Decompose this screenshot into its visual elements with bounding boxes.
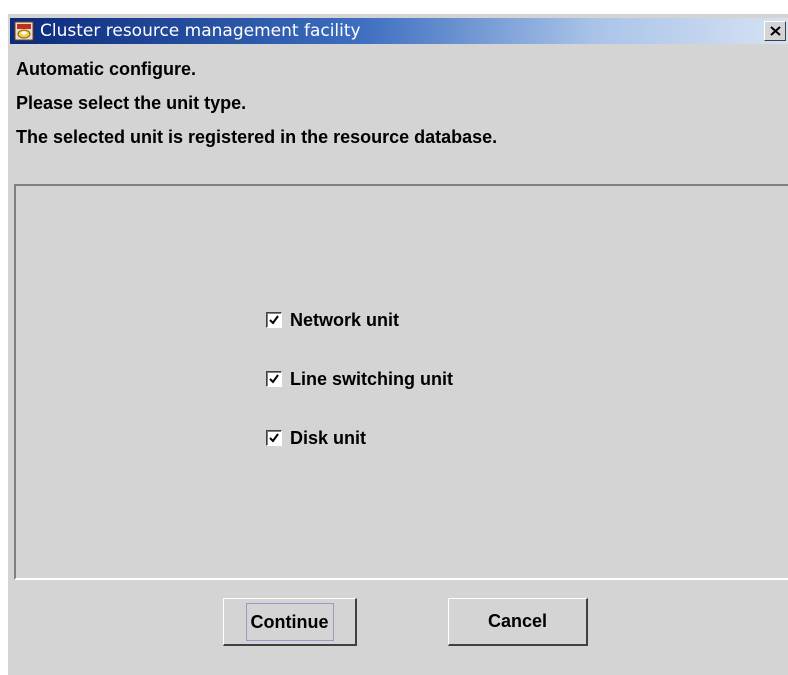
message-line-2: Please select the unit type. [16,93,247,113]
message-line-1: Automatic configure. [16,59,197,79]
close-icon [770,26,781,36]
title-bar[interactable]: Cluster resource management facility [10,18,788,44]
window-title: Cluster resource management facility [40,21,361,41]
dialog-window: Cluster resource management facility Aut… [6,14,788,675]
disk-unit-label: Disk unit [290,427,367,448]
network-unit-checkbox[interactable] [266,312,282,328]
continue-button-label: Continue [245,602,334,641]
continue-button[interactable]: Continue [223,598,357,646]
close-button[interactable] [764,21,786,41]
line-switching-unit-checkbox[interactable] [266,371,282,387]
network-unit-label: Network unit [290,309,400,330]
message-line-3: The selected unit is registered in the r… [16,127,498,147]
cancel-button[interactable]: Cancel [448,598,588,646]
checkmark-icon [269,433,279,443]
network-unit-option[interactable]: Network unit [266,308,399,332]
checkmark-icon [269,374,279,384]
cancel-button-label: Cancel [487,611,548,631]
app-icon [14,21,34,41]
line-switching-unit-label: Line switching unit [290,368,453,389]
disk-unit-option[interactable]: Disk unit [266,426,366,450]
disk-unit-checkbox[interactable] [266,430,282,446]
checkmark-icon [269,315,279,325]
line-switching-unit-option[interactable]: Line switching unit [266,367,453,391]
